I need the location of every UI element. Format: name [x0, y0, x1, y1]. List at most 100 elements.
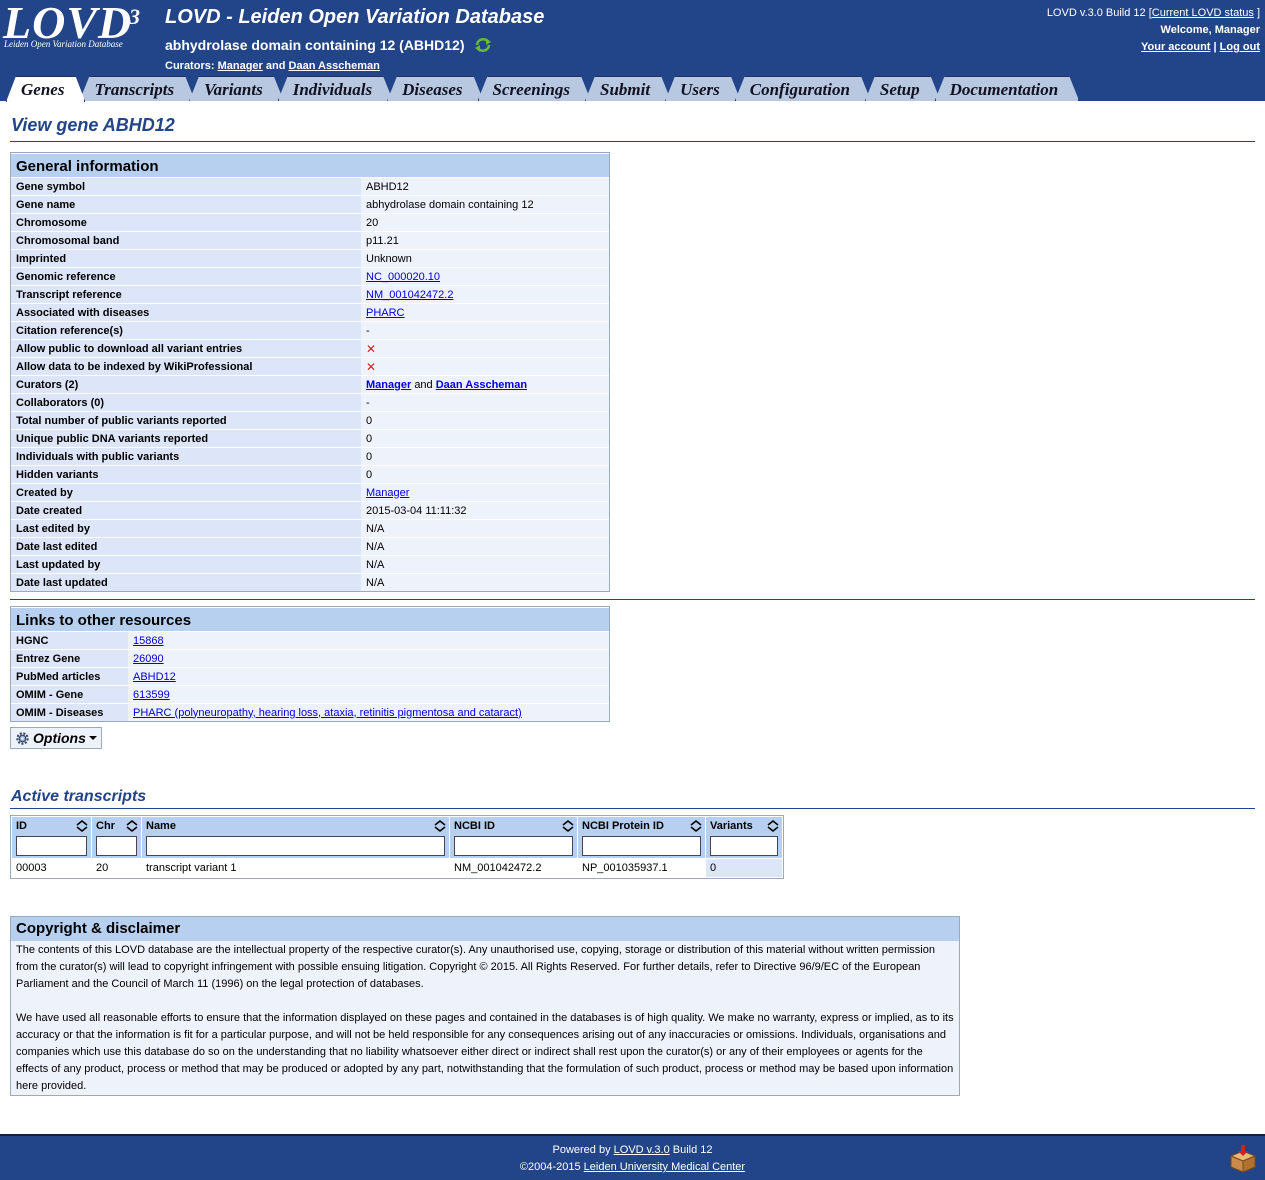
- status-link[interactable]: Current LOVD status: [1152, 7, 1254, 19]
- build-text: Build 12: [672, 1144, 713, 1156]
- column-label: Name: [146, 820, 176, 832]
- tab-setup[interactable]: Setup: [865, 76, 941, 101]
- info-value: 0: [361, 465, 609, 483]
- info-value: 0: [361, 447, 609, 465]
- info-label: Last edited by: [11, 519, 361, 537]
- info-value: -: [361, 321, 609, 339]
- curators-and: and: [265, 60, 286, 72]
- sort-icon[interactable]: [690, 820, 702, 832]
- header: LOVD 3 Leiden Open Variation Database LO…: [0, 0, 1265, 101]
- info-row: Genomic reference NC_000020.10: [11, 267, 609, 285]
- link-row: OMIM - Diseases PHARC (polyneuropathy, he…: [11, 703, 609, 721]
- column-header-ncbi-id[interactable]: NCBI ID: [450, 817, 577, 858]
- sort-icon[interactable]: [76, 820, 88, 832]
- active-transcripts-title: Active transcripts: [11, 788, 147, 805]
- links-table: Links to other resources HGNC 15868 Entre…: [10, 606, 610, 722]
- footer-copyright: ©2004-2015: [519, 1161, 581, 1173]
- cell-ncbi-id: NM_001042472.2: [450, 859, 577, 877]
- info-label: Date created: [11, 501, 361, 519]
- omim-gene-link[interactable]: 613599: [133, 689, 170, 701]
- disease-link[interactable]: PHARC: [366, 307, 405, 319]
- omim-diseases-link[interactable]: PHARC (polyneuropathy, hearing loss, ata…: [133, 707, 522, 719]
- logout-link[interactable]: Log out: [1220, 41, 1260, 53]
- version-text: LOVD v.3.0 Build 12 [: [1046, 7, 1152, 19]
- info-value: ABHD12: [361, 177, 609, 195]
- info-label: Total number of public variants reported: [11, 411, 361, 429]
- tab-variants[interactable]: Variants: [189, 76, 284, 101]
- tab-documentation[interactable]: Documentation: [935, 76, 1080, 101]
- info-label: Allow public to download all variant ent…: [11, 339, 361, 357]
- created-by-link[interactable]: Manager: [366, 487, 409, 499]
- column-header-chr[interactable]: Chr: [92, 817, 141, 858]
- info-value: abhydrolase domain containing 12: [361, 195, 609, 213]
- tab-transcripts[interactable]: Transcripts: [79, 76, 195, 101]
- info-row: Chromosome 20: [11, 213, 609, 231]
- column-header-ncbi-protein-id[interactable]: NCBI Protein ID: [578, 817, 705, 858]
- curators-and: and: [414, 378, 433, 391]
- logo-superscript: 3: [129, 4, 140, 29]
- tab-users[interactable]: Users: [665, 76, 741, 101]
- links-title: Links to other resources: [11, 607, 609, 631]
- sort-icon[interactable]: [434, 820, 446, 832]
- tab-configuration[interactable]: Configuration: [735, 76, 871, 101]
- curator-link-manager[interactable]: Manager: [218, 60, 263, 72]
- column-header-id[interactable]: ID: [12, 817, 91, 858]
- curator-link-manager[interactable]: Manager: [366, 379, 411, 391]
- options-button[interactable]: Options: [10, 727, 102, 749]
- package-icon[interactable]: [1228, 1144, 1258, 1174]
- filter-input-name[interactable]: [146, 836, 445, 856]
- filter-input-id[interactable]: [16, 836, 87, 856]
- divider: [10, 141, 1255, 142]
- tab-submit[interactable]: Submit: [585, 76, 671, 101]
- lovd-version-link[interactable]: LOVD v.3.0: [614, 1144, 670, 1156]
- info-row: Gene name abhydrolase domain containing 1…: [11, 195, 609, 213]
- refresh-icon[interactable]: [474, 37, 492, 53]
- cell-variants: 0: [706, 859, 782, 877]
- info-row: Collaborators (0) -: [11, 393, 609, 411]
- tab-individuals[interactable]: Individuals: [278, 76, 393, 101]
- gene-title-text: abhydrolase domain containing 12 (ABHD12…: [165, 37, 465, 53]
- table-row[interactable]: 00003 20 transcript variant 1 NM_0010424…: [12, 859, 782, 877]
- curator-link-daan[interactable]: Daan Asscheman: [289, 60, 380, 72]
- column-header-variants[interactable]: Variants: [706, 817, 782, 858]
- welcome-text: Welcome, Manager: [1160, 24, 1260, 36]
- filter-input-chr[interactable]: [96, 836, 137, 856]
- curators-label: Curators:: [165, 60, 215, 72]
- your-account-link[interactable]: Your account: [1141, 41, 1210, 53]
- info-label: Gene name: [11, 195, 361, 213]
- info-value: N/A: [361, 555, 609, 573]
- info-label: Collaborators (0): [11, 393, 361, 411]
- filter-input-ncbi-protein-id[interactable]: [582, 836, 701, 856]
- transcript-reference-link[interactable]: NM_001042472.2: [366, 289, 453, 301]
- filter-input-variants[interactable]: [710, 836, 778, 856]
- divider: [10, 599, 1255, 600]
- column-header-name[interactable]: Name: [142, 817, 449, 858]
- hgnc-link[interactable]: 15868: [133, 635, 164, 647]
- sort-icon[interactable]: [767, 820, 779, 832]
- powered-by-text: Powered by: [552, 1144, 611, 1156]
- pubmed-link[interactable]: ABHD12: [133, 671, 176, 683]
- sort-icon[interactable]: [126, 820, 138, 832]
- tab-genes[interactable]: Genes: [6, 76, 85, 102]
- chevron-down-icon: [88, 736, 97, 740]
- info-label: Citation reference(s): [11, 321, 361, 339]
- filter-input-ncbi-id[interactable]: [454, 836, 573, 856]
- lumc-link[interactable]: Leiden University Medical Center: [584, 1161, 745, 1173]
- lovd-logo[interactable]: LOVD 3 Leiden Open Variation Database: [3, 0, 143, 52]
- tab-screenings[interactable]: Screenings: [478, 76, 591, 101]
- link-label: PubMed articles: [11, 667, 128, 685]
- sort-icon[interactable]: [562, 820, 574, 832]
- entrez-gene-link[interactable]: 26090: [133, 653, 164, 665]
- info-label: Hidden variants: [11, 465, 361, 483]
- cell-id: 00003: [12, 859, 91, 877]
- info-row: Total number of public variants reported…: [11, 411, 609, 429]
- genomic-reference-link[interactable]: NC_000020.10: [366, 271, 440, 283]
- cell-name: transcript variant 1: [142, 859, 449, 877]
- curator-link-daan[interactable]: Daan Asscheman: [436, 379, 527, 391]
- info-row: Last edited by N/A: [11, 519, 609, 537]
- tab-diseases[interactable]: Diseases: [387, 76, 483, 101]
- site-title: LOVD - Leiden Open Variation Database: [165, 6, 545, 28]
- transcripts-table: ID Chr Name NCBI ID NCBI Protein ID Vari…: [10, 815, 784, 879]
- info-row: Associated with diseases PHARC: [11, 303, 609, 321]
- info-row: Last updated by N/A: [11, 555, 609, 573]
